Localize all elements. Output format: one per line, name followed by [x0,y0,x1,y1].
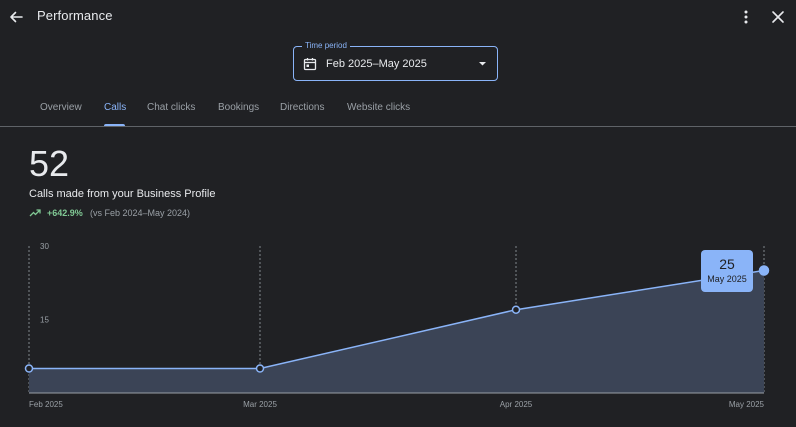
tab-calls[interactable]: Calls [104,102,126,113]
y-tick-label-1: 30 [40,242,49,251]
chart-tooltip: 25 May 2025 [701,250,753,292]
trend-percentage: +642.9% [47,208,83,218]
metric-label: Calls made from your Business Profile [29,188,216,200]
tooltip-date: May 2025 [707,274,747,284]
x-tick-label-0: Feb 2025 [29,400,63,409]
x-tick-label-1: Mar 2025 [243,400,277,409]
tabs-divider [0,126,796,127]
tab-chat-clicks[interactable]: Chat clicks [147,102,195,113]
tab-directions[interactable]: Directions [280,102,324,113]
time-period-select[interactable]: Time period Feb 2025–May 2025 [293,41,498,81]
time-period-value: Feb 2025–May 2025 [326,58,427,70]
data-point-2 [511,305,521,314]
x-tick-label-2: Apr 2025 [500,400,533,409]
calls-total: 52 [29,143,70,184]
page-title: Performance [37,8,113,23]
calls-chart: 15 30 Feb 2025 Mar 2025 Apr 2025 May 2025 [0,230,796,427]
more-vert-icon [744,10,748,24]
time-period-label: Time period [302,41,350,51]
more-options-button[interactable] [736,7,756,27]
trending-up-icon [29,209,41,217]
data-point-1 [255,364,265,373]
chart-svg: 15 30 Feb 2025 Mar 2025 Apr 2025 May 2025 [24,242,770,409]
calendar-icon [303,58,317,71]
header: Performance [0,0,796,34]
trend-comparison: (vs Feb 2024–May 2024) [90,208,191,218]
tab-bookings[interactable]: Bookings [218,102,259,113]
data-point-0 [24,364,34,373]
tab-website-clicks[interactable]: Website clicks [347,102,410,113]
arrow-back-icon [10,11,23,23]
y-tick-label-0: 15 [40,316,49,325]
tooltip-value: 25 [719,256,735,272]
x-tick-label-3: May 2025 [729,400,765,409]
performance-page: Performance Time period Feb 2025–May 202… [0,0,796,427]
chart-area [29,270,764,393]
tab-bar: Overview Calls Chat clicks Bookings Dire… [0,96,796,127]
dropdown-arrow-icon [479,62,486,66]
tab-overview[interactable]: Overview [40,102,82,113]
close-button[interactable] [768,7,788,27]
back-button[interactable] [6,7,26,27]
data-point-3 [758,265,770,276]
close-icon [772,11,784,23]
